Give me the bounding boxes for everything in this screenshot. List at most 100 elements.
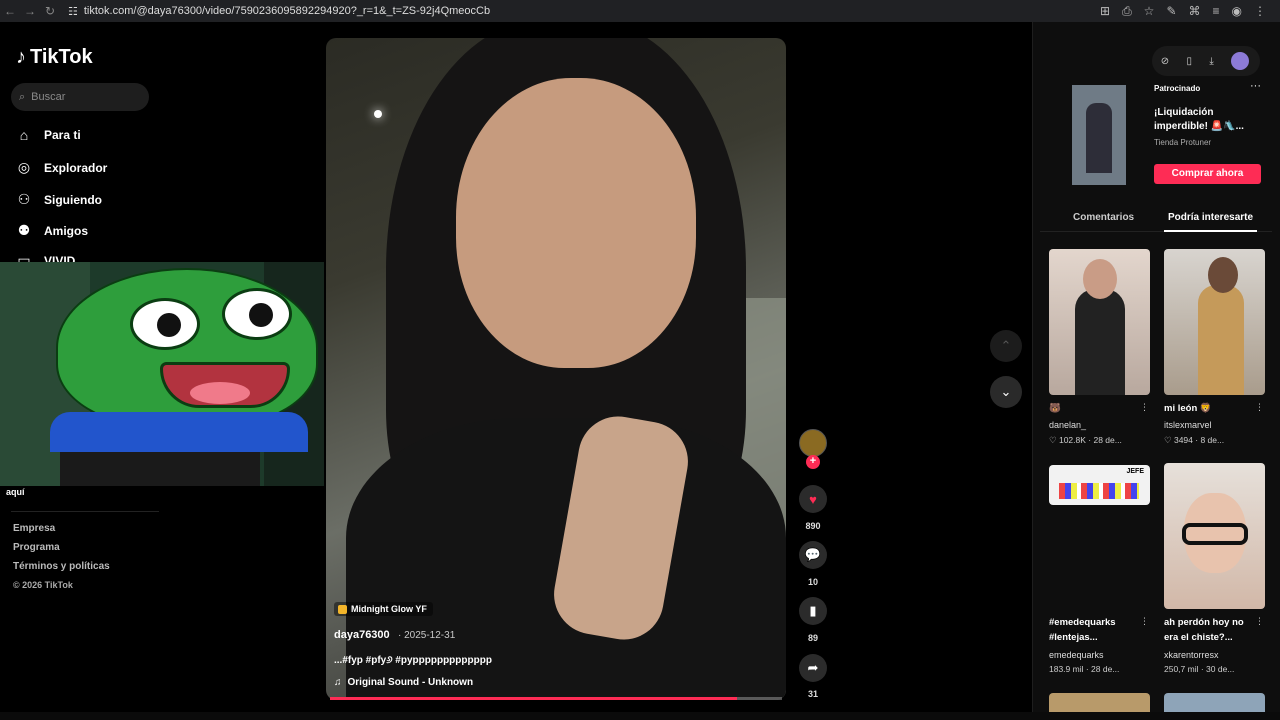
tiktok-logo[interactable]: ♪ TikTok [16, 46, 93, 69]
video-card-thumbnail[interactable]: JEFE [1049, 465, 1150, 505]
footer-link-terminos[interactable]: Términos y políticas [13, 561, 110, 572]
overlay-caption: aquí [6, 487, 25, 497]
nav-item-siguiendo[interactable]: ⚇ Siguiendo [16, 191, 102, 208]
translate-icon[interactable]: ⊞ [1100, 4, 1110, 19]
video-progress-bar[interactable] [330, 697, 782, 700]
pepe-pupil [157, 313, 181, 337]
author-avatar[interactable] [799, 429, 827, 457]
video-person-face [456, 78, 696, 368]
footer-link-empresa[interactable]: Empresa [13, 523, 55, 534]
video-card-title[interactable]: ah perdón hoy no era el chiste?... [1164, 615, 1252, 645]
previous-video-chevron-up-icon[interactable]: ⌃ [990, 330, 1022, 362]
effect-label: Midnight Glow YF [351, 604, 427, 614]
bookmark-star-icon[interactable]: ☆ [1144, 4, 1155, 19]
ad-person [1086, 103, 1112, 173]
browser-toolbar: ← → ↻ ☷ tiktok.com/@daya76300/video/7590… [0, 0, 1280, 22]
compass-icon: ◎ [17, 159, 31, 175]
copyright: © 2026 TikTok [13, 580, 73, 590]
puzzle-icon[interactable]: ⌘ [1189, 4, 1201, 19]
video-card-stats: ♡ 102.8K · 28 de... [1049, 435, 1122, 445]
site-info-icon[interactable]: ☷ [68, 5, 78, 18]
menu-icon[interactable]: ⋮ [1254, 4, 1266, 19]
url-text[interactable]: tiktok.com/@daya76300/video/759023609589… [84, 5, 490, 17]
pepe-right-eye [222, 288, 292, 340]
ad-more-icon[interactable]: ··· [1250, 80, 1261, 92]
sidebar-divider [11, 511, 159, 512]
nav-item-amigos[interactable]: ⚉ Amigos [16, 222, 88, 239]
video-card-stats: 183.9 mil · 28 de... [1049, 664, 1120, 674]
search-icon: ⌕ [19, 90, 26, 103]
pepe-tongue [190, 382, 250, 404]
thumbnail-figure [1198, 285, 1244, 395]
explore-icon[interactable]: ⊘ [1161, 56, 1169, 67]
pepe-shirt [50, 412, 308, 452]
search-placeholder: Buscar [31, 91, 66, 103]
video-card-user[interactable]: itslexmarvel [1164, 420, 1212, 430]
video-card-user[interactable]: emedequarks [1049, 650, 1104, 660]
bookmark-icon[interactable]: ▮ [799, 597, 827, 625]
video-card-user[interactable]: xkarentorresx [1164, 650, 1219, 660]
user-avatar[interactable] [1231, 52, 1250, 70]
thumbnail-face [1208, 257, 1238, 293]
search-input[interactable]: ⌕ Buscar [11, 83, 149, 111]
share-icon[interactable]: ➦ [799, 654, 827, 682]
tab-list-icon[interactable]: ≡ [1213, 4, 1220, 19]
thumbnail-glasses [1182, 523, 1248, 545]
video-card-thumbnail[interactable] [1164, 249, 1265, 395]
pepe-left-eye [130, 298, 200, 350]
pepe-pupil [249, 303, 273, 327]
effect-icon [338, 604, 347, 614]
forward-icon[interactable]: → [20, 4, 40, 18]
sound-label: Original Sound - Unknown [347, 677, 474, 688]
footer-link-programa[interactable]: Programa [13, 542, 60, 553]
nav-label: Explorador [44, 160, 108, 175]
reload-icon[interactable]: ↻ [40, 4, 60, 18]
download-icon[interactable]: ⤓ [1209, 56, 1213, 67]
profile-icon[interactable]: ◉ [1232, 4, 1242, 19]
video-sound[interactable]: ♫ Original Sound - Unknown [334, 677, 473, 688]
address-bar[interactable]: ☷ tiktok.com/@daya76300/video/7590236095… [68, 5, 490, 18]
video-card-thumbnail[interactable] [1164, 693, 1265, 713]
following-icon: ⚇ [17, 191, 31, 207]
buy-now-button[interactable]: Comprar ahora [1154, 164, 1261, 184]
phone-icon[interactable]: ▯ [1187, 56, 1193, 67]
effect-badge[interactable]: Midnight Glow YF [334, 602, 433, 616]
extension-icon[interactable]: ✎ [1166, 4, 1176, 19]
thumbnail-face [1083, 259, 1117, 299]
tab-podria-interesarte[interactable]: Podría interesarte [1168, 212, 1253, 223]
video-card-user[interactable]: danelan_ [1049, 420, 1086, 430]
video-caption[interactable]: ...#fyp #pfy୬ #pyppppppppppppp [334, 655, 492, 666]
video-card-title[interactable]: #emedequarks #lentejas... [1049, 615, 1137, 645]
follow-plus-icon[interactable]: + [806, 455, 820, 469]
video-player[interactable] [326, 38, 786, 700]
comment-count: 10 [807, 577, 818, 587]
nav-item-explorador[interactable]: ◎ Explorador [16, 159, 107, 176]
friends-icon: ⚉ [17, 222, 31, 238]
card-more-icon[interactable]: ⋮ [1140, 402, 1149, 413]
nav-label: Amigos [44, 223, 89, 238]
next-video-chevron-down-icon[interactable]: ⌄ [990, 376, 1022, 408]
video-card-thumbnail[interactable] [1049, 249, 1150, 395]
video-card-thumbnail[interactable] [1049, 693, 1150, 713]
home-icon: ⌂ [19, 127, 29, 143]
tiktok-note-icon: ♪ [16, 46, 26, 68]
install-icon[interactable]: ⎙ [1122, 4, 1132, 19]
card-more-icon[interactable]: ⋮ [1255, 402, 1264, 413]
video-card-thumbnail[interactable] [1164, 463, 1265, 609]
ad-title[interactable]: ¡Liquidación imperdible! 🚨🛝... [1154, 106, 1250, 134]
card-more-icon[interactable]: ⋮ [1140, 616, 1149, 627]
comment-icon[interactable]: 💬 [799, 541, 827, 569]
stream-overlay-image [0, 262, 324, 486]
video-card-title[interactable]: mi león 🦁 [1164, 401, 1252, 416]
back-icon[interactable]: ← [0, 4, 20, 18]
ad-shop: Tienda Protuner [1154, 138, 1212, 147]
video-author[interactable]: daya76300 [334, 629, 390, 641]
like-heart-icon[interactable]: ♥ [799, 485, 827, 513]
thumbnail-figure [1075, 289, 1125, 395]
card-more-icon[interactable]: ⋮ [1255, 616, 1264, 627]
nav-item-para-ti[interactable]: ⌂ Para ti [16, 127, 81, 143]
sidebar: ♪ TikTok ⌕ Buscar ⌂ Para ti ◎ Explorador… [0, 22, 325, 720]
tab-comentarios[interactable]: Comentarios [1073, 212, 1134, 223]
ad-thumbnail[interactable] [1072, 85, 1126, 185]
video-card-title[interactable]: 🐻 [1049, 401, 1137, 416]
